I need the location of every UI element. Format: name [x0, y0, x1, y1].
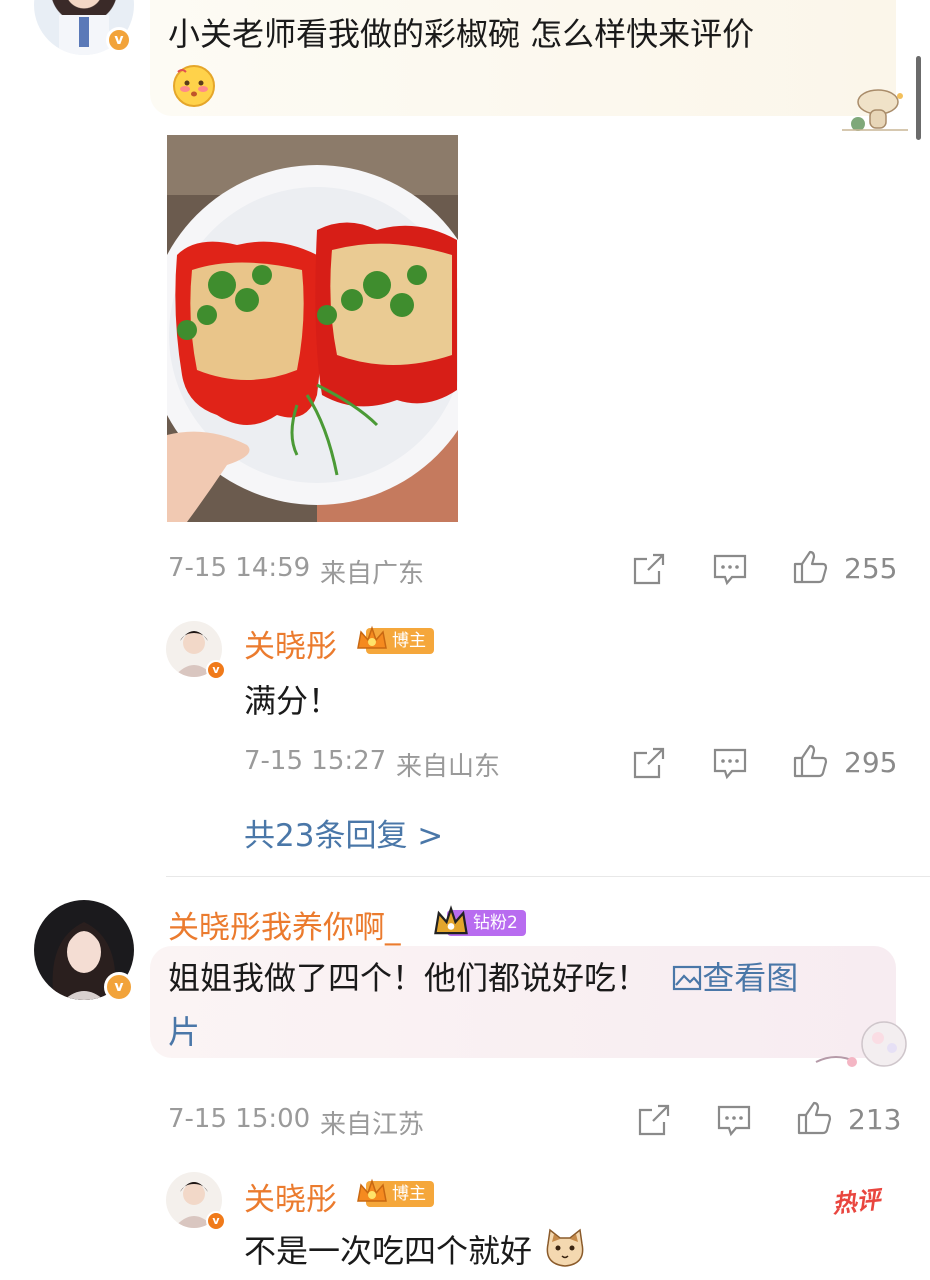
comment-icon[interactable] — [716, 1102, 752, 1138]
like-count: 295 — [844, 746, 898, 779]
verified-icon: v — [206, 660, 226, 680]
fan-badge: 钻粉2 — [434, 905, 526, 936]
comment-username[interactable]: 关晓彤我养你啊_ — [168, 902, 401, 947]
comment-image[interactable] — [167, 135, 458, 522]
reply-location: 来自山东 — [396, 752, 501, 782]
more-replies-link[interactable]: 共23条回复 > — [244, 810, 443, 855]
crown-icon — [357, 625, 387, 649]
view-image-label[interactable]: 查看图 — [702, 959, 798, 997]
comment-text: 姐姐我做了四个！他们都说好吃！ 查看图 — [168, 952, 888, 1004]
reply-time: 7-15 15:27 — [244, 746, 387, 776]
flower-sticker-icon — [815, 1021, 907, 1067]
verified-icon: v — [106, 27, 132, 53]
blogger-badge: 博主 — [357, 625, 434, 654]
verified-icon: v — [206, 1211, 226, 1231]
reply-text: 不是一次吃四个就好 — [244, 1226, 588, 1272]
like-icon[interactable] — [796, 1100, 832, 1136]
blogger-badge-label: 博主 — [392, 631, 426, 651]
comment-time: 7-15 15:00 — [168, 1104, 311, 1134]
mushroom-sticker-icon — [842, 89, 908, 131]
comment-location: 来自广东 — [320, 559, 425, 589]
blogger-badge: 博主 — [357, 1178, 434, 1207]
like-count: 213 — [848, 1103, 902, 1136]
cat-emoji-icon — [546, 1228, 584, 1267]
comment-icon[interactable] — [712, 551, 748, 587]
like-count: 255 — [844, 552, 898, 585]
reply-text-body: 不是一次吃四个就好 — [244, 1232, 533, 1270]
comment-time: 7-15 14:59 — [168, 553, 311, 583]
crown-icon — [434, 905, 468, 935]
reply-username[interactable]: 关晓彤 — [244, 1174, 337, 1219]
share-icon[interactable] — [631, 745, 667, 781]
reply-text: 满分！ — [244, 682, 341, 720]
comment-text: 小关老师看我做的彩椒碗 怎么样快来评价 — [168, 15, 755, 53]
view-image-link[interactable]: 查看图 — [672, 959, 798, 997]
crown-icon — [357, 1178, 387, 1202]
share-icon[interactable] — [636, 1102, 672, 1138]
blogger-badge-label: 博主 — [392, 1184, 426, 1204]
comment-location: 来自江苏 — [320, 1110, 425, 1140]
like-icon[interactable] — [792, 743, 828, 779]
share-icon[interactable] — [631, 551, 667, 587]
verified-icon: v — [104, 972, 134, 1002]
fan-badge-label: 钻粉2 — [473, 913, 518, 933]
comment-icon[interactable] — [712, 745, 748, 781]
hot-comment-badge: 热评 — [830, 1185, 882, 1219]
image-icon — [673, 965, 702, 991]
scrollbar[interactable] — [916, 56, 921, 140]
shy-face-emoji-icon — [173, 65, 215, 107]
comment-text-body: 姐姐我做了四个！他们都说好吃！ — [168, 959, 649, 997]
like-icon[interactable] — [792, 549, 828, 585]
view-image-link-cont[interactable]: 片 — [168, 1006, 200, 1058]
reply-username[interactable]: 关晓彤 — [244, 621, 337, 666]
divider — [166, 876, 930, 877]
